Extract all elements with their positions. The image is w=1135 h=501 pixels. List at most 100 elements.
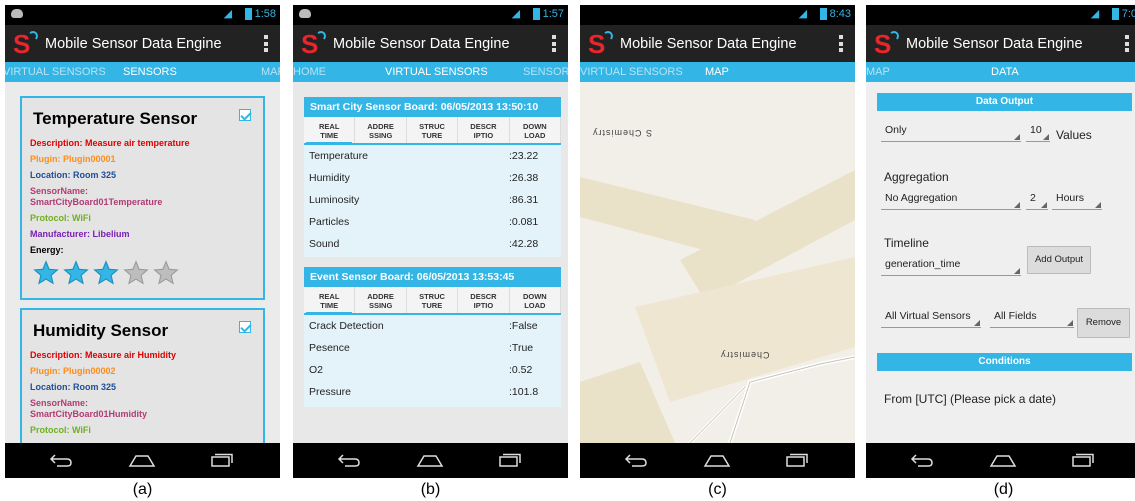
agg-amount-input[interactable]: 2	[1026, 192, 1048, 210]
sensor-boards[interactable]: Smart City Sensor Board: 06/05/2013 13:5…	[293, 82, 568, 443]
sensor-title: Temperature Sensor	[33, 109, 198, 128]
tab-sensors[interactable]: SENSORS	[123, 66, 177, 78]
app-title: Mobile Sensor Data Engine	[45, 35, 222, 52]
virtual-sensor-select[interactable]: All Virtual Sensors	[881, 310, 981, 328]
count-input[interactable]: 10	[1026, 124, 1050, 142]
overflow-menu-icon[interactable]	[264, 35, 268, 52]
sensor-list[interactable]: Temperature Sensor Description: Measure …	[5, 82, 280, 443]
recent-apps-icon[interactable]	[1071, 453, 1095, 467]
remove-button[interactable]: Remove	[1077, 308, 1130, 338]
fields-select[interactable]: All Fields	[990, 310, 1074, 328]
star-filled-icon[interactable]	[93, 260, 119, 286]
tab-home[interactable]: HOME	[293, 66, 326, 78]
tab-data[interactable]: DATA	[991, 66, 1019, 78]
app-logo-icon[interactable]: S	[872, 30, 900, 58]
back-icon[interactable]	[49, 453, 73, 467]
screenshot-composite: ◢ 1:58 S Mobile Sensor Data Engine VIRTU…	[0, 0, 1135, 501]
home-icon[interactable]	[989, 454, 1017, 468]
agg-unit-select[interactable]: Hours	[1052, 192, 1102, 210]
back-icon[interactable]	[337, 453, 361, 467]
recent-apps-icon[interactable]	[210, 453, 234, 467]
app-logo-icon[interactable]: S	[299, 30, 327, 58]
home-icon[interactable]	[703, 454, 731, 468]
sensor-name-label: SensorName:	[30, 186, 89, 196]
tab-sensors[interactable]: SENSORS	[523, 66, 568, 78]
reading-row: Pesence:True	[309, 342, 534, 354]
notification-icon	[299, 9, 311, 18]
back-icon[interactable]	[910, 453, 934, 467]
home-icon[interactable]	[128, 454, 156, 468]
subtab-structure[interactable]: STRUC TURE	[407, 287, 459, 313]
subtab-download[interactable]: DOWN LOAD	[510, 117, 562, 143]
sensor-checkbox[interactable]	[239, 321, 251, 333]
timeline-select[interactable]: generation_time	[881, 258, 1021, 276]
star-empty-icon[interactable]	[153, 260, 179, 286]
overflow-menu-icon[interactable]	[552, 35, 556, 52]
tab-virtual-sensors[interactable]: VIRTUAL SENSORS	[5, 66, 106, 78]
status-time: 7:0	[1121, 8, 1135, 20]
overflow-menu-icon[interactable]	[839, 35, 843, 52]
energy-rating[interactable]	[33, 260, 255, 286]
sensor-card[interactable]: Temperature Sensor Description: Measure …	[20, 96, 265, 300]
app-logo-icon[interactable]: S	[11, 30, 39, 58]
reading-row: Pressure:101.8	[309, 386, 539, 398]
aggregation-select[interactable]: No Aggregation	[881, 192, 1021, 210]
tab-map[interactable]: MAP	[705, 66, 729, 78]
home-icon[interactable]	[416, 454, 444, 468]
sensor-energy-label: Energy:	[30, 245, 64, 255]
subtab-download[interactable]: DOWN LOAD	[510, 287, 562, 313]
recent-apps-icon[interactable]	[498, 453, 522, 467]
subtab-addressing[interactable]: ADDRE SSING	[355, 287, 407, 313]
nav-bar	[5, 443, 280, 478]
nav-bar	[866, 443, 1135, 478]
subtab-description[interactable]: DESCR IPTIO	[458, 287, 510, 313]
recent-apps-icon[interactable]	[785, 453, 809, 467]
caption-a: (a)	[132, 481, 153, 498]
phone-screen-d: ◢ 7:0 S Mobile Sensor Data Engine MAP DA…	[866, 5, 1135, 478]
subtab-description[interactable]: DESCR IPTIO	[458, 117, 510, 143]
status-time: 8:43	[829, 8, 851, 20]
map-label: Chemistry	[720, 350, 770, 360]
sensor-name-label: SensorName:	[30, 398, 89, 408]
star-filled-icon[interactable]	[33, 260, 59, 286]
subtab-real-time[interactable]: REAL TIME	[304, 287, 356, 315]
sensor-location: Location: Room 325	[30, 382, 117, 392]
status-bar: ◢ 7:0	[866, 5, 1135, 25]
tab-bar: VIRTUAL SENSORS SENSORS MAP	[5, 62, 280, 82]
tab-virtual-sensors[interactable]: VIRTUAL SENSORS	[580, 66, 683, 78]
tab-map[interactable]: MAP	[866, 66, 890, 78]
overflow-menu-icon[interactable]	[1125, 35, 1129, 52]
subtab-real-time[interactable]: REAL TIME	[304, 117, 356, 145]
sensor-card[interactable]: Humidity Sensor Description: Measure air…	[20, 308, 265, 443]
app-title: Mobile Sensor Data Engine	[620, 35, 797, 52]
from-date-picker[interactable]: From [UTC] (Please pick a date)	[884, 392, 1056, 406]
status-time: 1:58	[254, 8, 276, 20]
reading-row: O2:0.52	[309, 364, 533, 376]
status-time: 1:57	[542, 8, 564, 20]
app-title: Mobile Sensor Data Engine	[906, 35, 1083, 52]
sensor-description: Description: Measure air temperature	[30, 138, 190, 148]
map-view[interactable]: S Chemistry Chemistry	[580, 82, 855, 443]
phone-screen-b: ◢ 1:57 S Mobile Sensor Data Engine HOME …	[293, 5, 568, 478]
add-output-button[interactable]: Add Output	[1027, 246, 1091, 274]
star-empty-icon[interactable]	[123, 260, 149, 286]
subtab-addressing[interactable]: ADDRE SSING	[355, 117, 407, 143]
app-logo-icon[interactable]: S	[586, 30, 614, 58]
status-bar: ◢ 1:58	[5, 5, 280, 25]
caption-b: (b)	[420, 481, 441, 498]
status-bar: ◢ 1:57	[293, 5, 568, 25]
tab-bar: VIRTUAL SENSORS MAP	[580, 62, 855, 82]
map-label: S Chemistry	[592, 128, 653, 138]
tab-virtual-sensors[interactable]: VIRTUAL SENSORS	[385, 66, 488, 78]
back-icon[interactable]	[624, 453, 648, 467]
tab-map[interactable]: MAP	[261, 66, 280, 78]
nav-bar	[580, 443, 855, 478]
data-output-header: Data Output	[877, 93, 1132, 111]
star-filled-icon[interactable]	[63, 260, 89, 286]
mode-select[interactable]: Only	[881, 124, 1021, 142]
notification-icon	[11, 9, 23, 18]
subtab-structure[interactable]: STRUC TURE	[407, 117, 459, 143]
sensor-protocol: Protocol: WiFi	[30, 425, 91, 435]
sensor-protocol: Protocol: WiFi	[30, 213, 91, 223]
sensor-checkbox[interactable]	[239, 109, 251, 121]
